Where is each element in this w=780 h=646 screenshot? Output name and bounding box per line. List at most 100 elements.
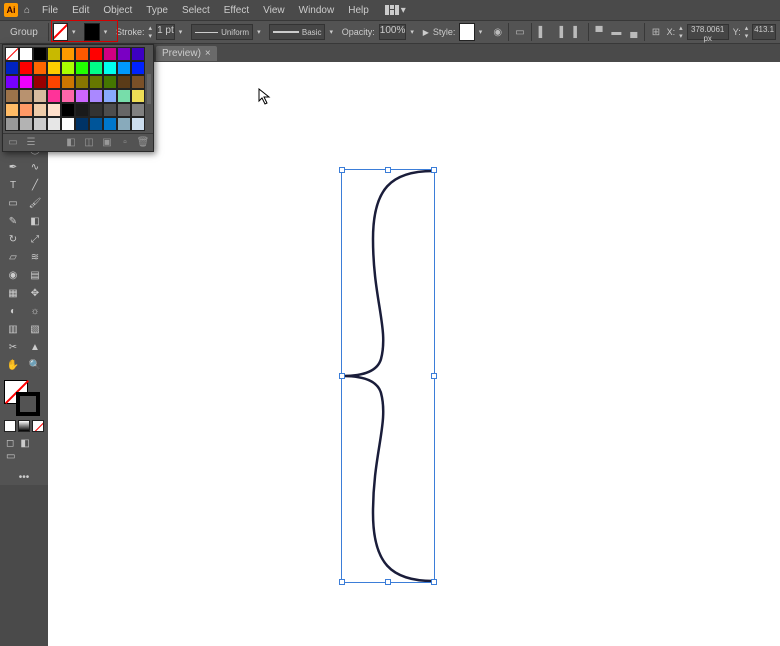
swatch[interactable] — [103, 89, 117, 103]
transform-icon[interactable]: ⊞ — [649, 24, 662, 40]
rotate-tool[interactable]: ↻ — [2, 230, 24, 248]
swatch[interactable] — [75, 117, 89, 131]
menu-view[interactable]: View — [257, 3, 291, 18]
swatch[interactable] — [19, 75, 33, 89]
new-group-icon[interactable]: ▣ — [101, 137, 113, 149]
fill-dropdown[interactable]: ▾ — [72, 28, 80, 36]
new-swatch-icon[interactable]: ▫ — [119, 137, 131, 149]
swatch[interactable] — [117, 117, 131, 131]
doc-setup-icon[interactable]: ▭ — [513, 24, 526, 40]
swatch-kind-icon[interactable]: ◧ — [65, 137, 77, 149]
document-tab[interactable]: Preview) × — [156, 46, 217, 61]
valign-bot-icon[interactable]: ▄ — [627, 24, 640, 40]
shape-builder-tool[interactable]: ◉ — [2, 266, 24, 284]
swatch[interactable] — [61, 75, 75, 89]
hand-tool[interactable]: ✋ — [2, 356, 24, 374]
swatch[interactable] — [47, 75, 61, 89]
screen-mode[interactable]: ▭ — [6, 451, 15, 462]
symbol-tool[interactable]: ☼ — [24, 302, 46, 320]
swatch[interactable] — [89, 47, 103, 61]
profile-dropdown[interactable]: Uniform — [191, 24, 253, 40]
line-tool[interactable]: ╱ — [24, 176, 46, 194]
swatch[interactable] — [33, 103, 47, 117]
mesh-tool[interactable]: ▦ — [2, 284, 24, 302]
swatch[interactable] — [47, 47, 61, 61]
eyedropper-tool[interactable]: ✥ — [24, 284, 46, 302]
fill-stroke-control[interactable] — [2, 378, 46, 418]
brush-tool[interactable]: 🖌 — [24, 194, 46, 212]
eraser-tool[interactable]: ◧ — [24, 212, 46, 230]
swatch[interactable] — [117, 89, 131, 103]
artboard-tool[interactable]: ▧ — [24, 320, 46, 338]
draw-behind[interactable]: ◧ — [20, 438, 29, 449]
pencil-tool[interactable]: ✎ — [2, 212, 24, 230]
swatch[interactable] — [117, 103, 131, 117]
type-tool[interactable]: T — [2, 176, 24, 194]
swatch[interactable] — [89, 75, 103, 89]
handle-mr[interactable] — [431, 373, 437, 379]
swatch[interactable] — [61, 47, 75, 61]
swatch[interactable] — [131, 89, 145, 103]
swatch[interactable] — [89, 61, 103, 75]
swatch[interactable] — [75, 61, 89, 75]
swatch[interactable] — [61, 103, 75, 117]
swatch[interactable] — [19, 103, 33, 117]
menu-object[interactable]: Object — [97, 3, 138, 18]
swatch[interactable] — [61, 61, 75, 75]
swatch[interactable] — [131, 117, 145, 131]
swatch[interactable] — [47, 117, 61, 131]
swatch[interactable] — [131, 47, 145, 61]
swatch[interactable] — [103, 117, 117, 131]
menu-type[interactable]: Type — [140, 3, 174, 18]
width-tool[interactable]: ▱ — [2, 248, 24, 266]
swatch-lib-icon[interactable]: ▭ — [7, 137, 19, 149]
swatch[interactable] — [5, 103, 19, 117]
zoom-tool[interactable]: 🔍 — [24, 356, 46, 374]
swatch[interactable] — [89, 103, 103, 117]
align-right-icon[interactable]: ▌ — [570, 24, 583, 40]
perspective-tool[interactable]: ▲ — [24, 338, 46, 356]
swatch[interactable] — [47, 103, 61, 117]
swatch[interactable] — [131, 103, 145, 117]
none-mode[interactable] — [32, 420, 44, 432]
swatch[interactable] — [131, 75, 145, 89]
delete-swatch-icon[interactable]: 🗑 — [137, 137, 149, 149]
swatch[interactable] — [19, 117, 33, 131]
swatch-menu-icon[interactable]: ☰ — [25, 137, 37, 149]
handle-bl[interactable] — [339, 579, 345, 585]
swatch[interactable] — [33, 89, 47, 103]
color-mode[interactable] — [4, 420, 16, 432]
graph-tool[interactable]: ▥ — [2, 320, 24, 338]
style-swatch[interactable] — [459, 23, 474, 41]
swatch[interactable] — [47, 61, 61, 75]
gradient-tool[interactable]: ▤ — [24, 266, 46, 284]
swatch[interactable] — [117, 75, 131, 89]
menu-select[interactable]: Select — [176, 3, 216, 18]
warp-tool[interactable]: ≋ — [24, 248, 46, 266]
swatch[interactable] — [61, 89, 75, 103]
swatch[interactable] — [5, 61, 19, 75]
gradient-mode[interactable] — [18, 420, 30, 432]
valign-top-icon[interactable]: ▀ — [592, 24, 605, 40]
swatch[interactable] — [5, 47, 19, 61]
swatch[interactable] — [103, 75, 117, 89]
swatch[interactable] — [5, 89, 19, 103]
align-left-icon[interactable]: ▌ — [535, 24, 548, 40]
swatch[interactable] — [33, 61, 47, 75]
home-icon[interactable]: ⌂ — [20, 3, 34, 17]
handle-bm[interactable] — [385, 579, 391, 585]
fill-swatch[interactable] — [53, 23, 68, 41]
handle-tl[interactable] — [339, 167, 345, 173]
scale-tool[interactable]: ⤢ — [24, 230, 46, 248]
canvas[interactable] — [48, 62, 780, 646]
edit-toolbar[interactable]: ••• — [2, 472, 46, 483]
swatch[interactable] — [33, 47, 47, 61]
opacity-input[interactable]: 100% — [379, 24, 407, 40]
swatch[interactable] — [5, 117, 19, 131]
swatch[interactable] — [103, 61, 117, 75]
swatch[interactable] — [61, 117, 75, 131]
workspace-switcher[interactable]: ▾ — [385, 5, 406, 16]
swatch[interactable] — [117, 47, 131, 61]
menu-file[interactable]: File — [36, 3, 64, 18]
recolor-icon[interactable]: ◉ — [491, 24, 504, 40]
